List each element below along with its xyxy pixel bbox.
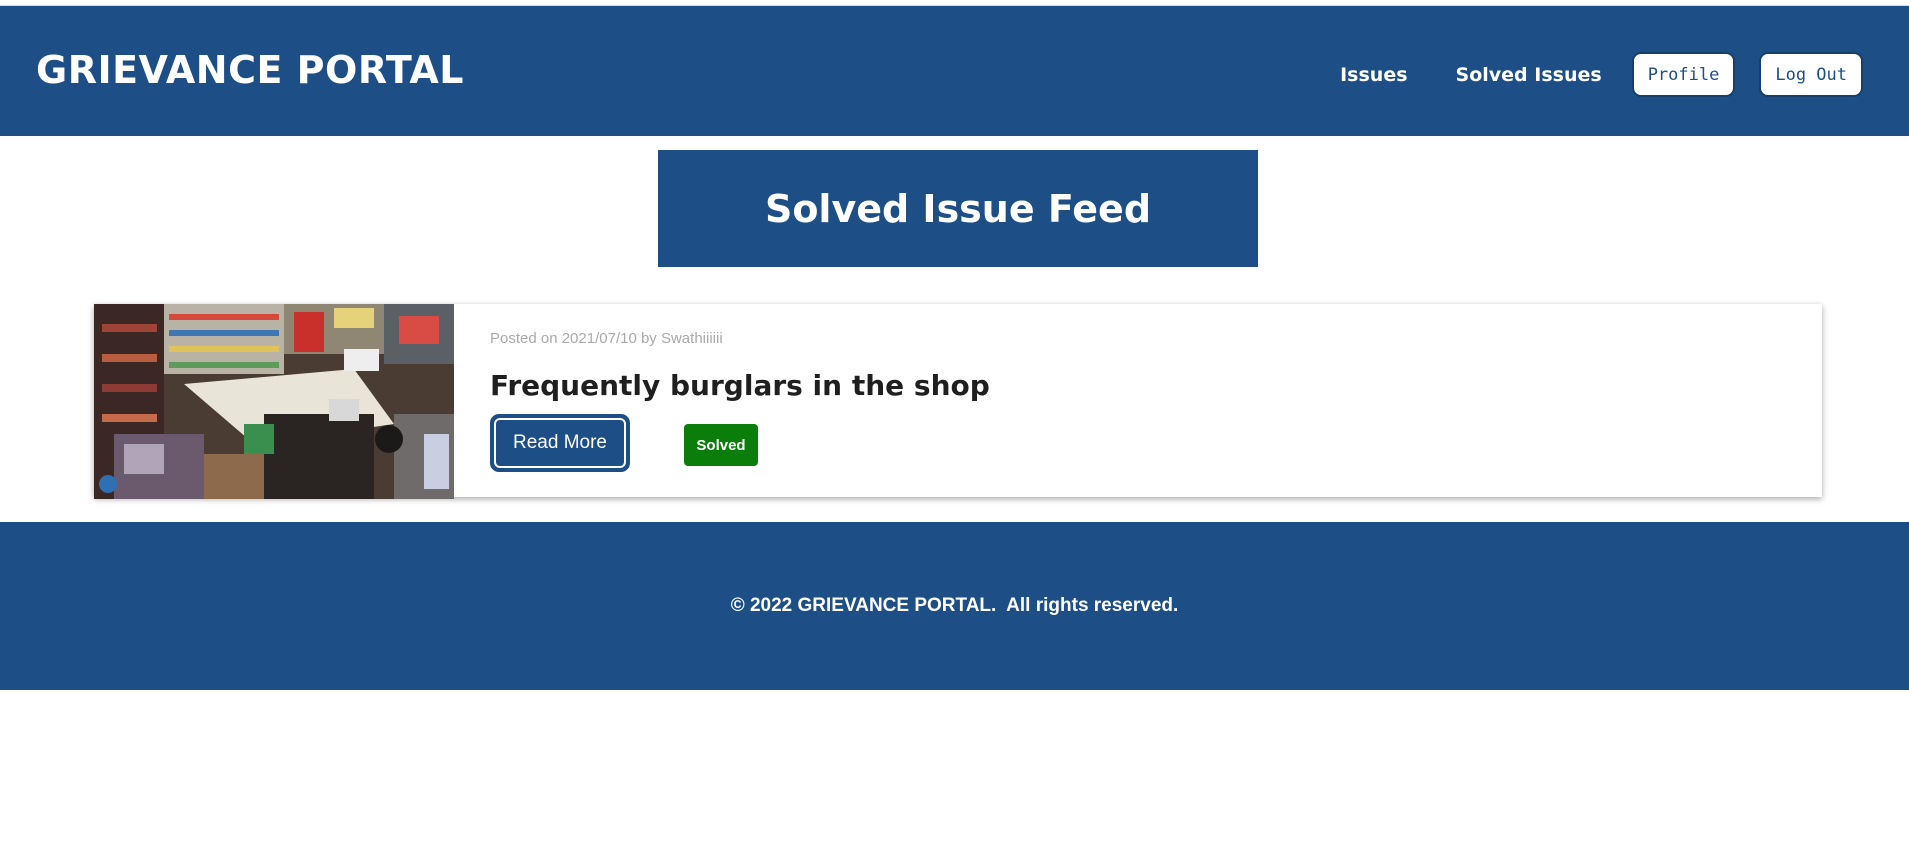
post-meta: Posted on 2021/07/10 by Swathiiiiii [490,330,723,347]
nav-link-issues[interactable]: Issues [1340,64,1407,86]
shop-photo [94,304,454,499]
issue-title: Frequently burglars in the shop [490,369,990,402]
site-header: GRIEVANCE PORTAL Issues Solved Issues Pr… [0,6,1909,136]
site-footer: © 2022 GRIEVANCE PORTAL. All rights rese… [0,522,1909,690]
read-more-label: Read More [494,418,626,468]
site-brand[interactable]: GRIEVANCE PORTAL [36,48,464,92]
logout-button[interactable]: Log Out [1759,52,1863,97]
read-more-button[interactable]: Read More [490,414,630,472]
issue-image [94,304,454,499]
feed-banner: Solved Issue Feed [658,150,1258,267]
profile-button[interactable]: Profile [1631,52,1736,97]
feed-title: Solved Issue Feed [764,186,1152,231]
footer-copyright: © 2022 GRIEVANCE PORTAL. All rights rese… [730,595,1179,616]
issue-card-body: Posted on 2021/07/10 by Swathiiiiii Freq… [454,304,1822,497]
main-nav: Issues Solved Issues Profile Log Out [1340,52,1863,97]
status-badge: Solved [684,424,758,466]
nav-link-solved-issues[interactable]: Solved Issues [1456,64,1602,86]
issue-card: Posted on 2021/07/10 by Swathiiiiii Freq… [94,304,1822,499]
